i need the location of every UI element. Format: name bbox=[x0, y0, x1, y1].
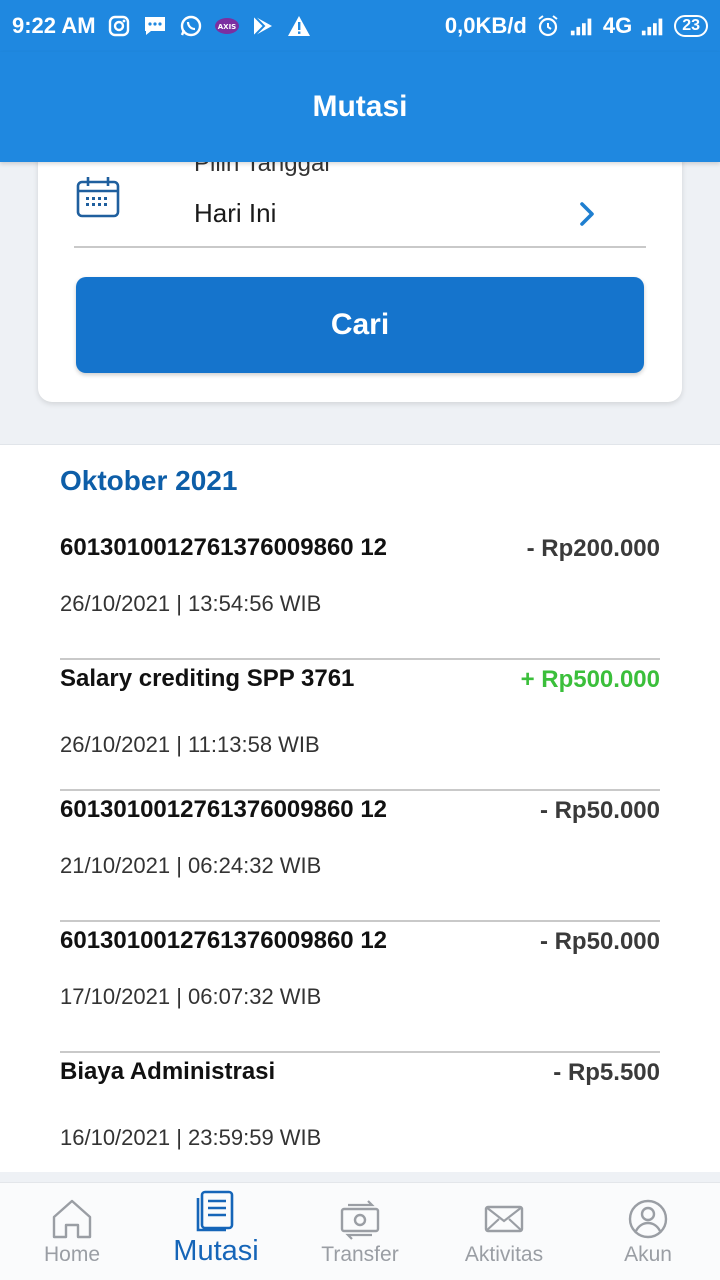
nav-label: Transfer bbox=[321, 1243, 399, 1266]
net-speed: 0,0KB/d bbox=[444, 13, 527, 38]
transaction-amount: - Rp50.000 bbox=[539, 797, 660, 824]
transaction-date: 17/10/2021 | 06:07:32 WIB bbox=[60, 984, 322, 1009]
user-icon bbox=[626, 1197, 670, 1241]
mail-icon bbox=[482, 1197, 526, 1241]
app-header: Mutasi bbox=[0, 52, 720, 162]
money-transfer-icon bbox=[338, 1197, 382, 1241]
transaction-amount: - Rp5.500 bbox=[553, 1059, 660, 1086]
transaction-panel: Oktober 2021 6013010012761376009860 12 -… bbox=[0, 444, 720, 1184]
transaction-date: 26/10/2021 | 13:54:56 WIB bbox=[60, 591, 322, 616]
battery-indicator: 23 bbox=[674, 15, 708, 37]
transaction-date: 26/10/2021 | 11:13:58 WIB bbox=[60, 732, 320, 757]
home-icon bbox=[50, 1197, 94, 1241]
nav-aktivitas[interactable]: Aktivitas bbox=[432, 1183, 576, 1280]
signal-icon bbox=[569, 13, 595, 39]
play-store-icon bbox=[250, 13, 276, 39]
transaction-list: 6013010012761376009860 12 - Rp200.000 26… bbox=[60, 529, 660, 1184]
document-icon bbox=[194, 1189, 238, 1233]
alarm-icon bbox=[535, 13, 561, 39]
month-heading: Oktober 2021 bbox=[60, 465, 238, 496]
whatsapp-icon bbox=[178, 13, 204, 39]
filter-card: Pilih Tanggal Hari Ini Cari bbox=[38, 120, 682, 402]
svg-text:AXIS: AXIS bbox=[217, 23, 235, 31]
date-value: Hari Ini bbox=[194, 198, 277, 228]
bottom-nav: Home Mutasi Transfer Aktivitas Akun bbox=[0, 1182, 720, 1280]
nav-label: Akun bbox=[624, 1243, 672, 1266]
transaction-row[interactable]: 6013010012761376009860 12 - Rp200.000 26… bbox=[60, 529, 660, 660]
nav-akun[interactable]: Akun bbox=[576, 1183, 720, 1280]
transaction-amount: - Rp200.000 bbox=[526, 535, 660, 562]
transaction-title: Biaya Administrasi bbox=[60, 1058, 276, 1085]
warning-icon bbox=[286, 13, 312, 39]
calendar-icon bbox=[76, 176, 120, 218]
page-title: Mutasi bbox=[312, 90, 408, 123]
transaction-amount: + Rp500.000 bbox=[520, 666, 660, 693]
transaction-title: Salary crediting SPP 3761 bbox=[60, 665, 355, 692]
status-bar: 9:22 AM AXIS 0,0KB/d 4G 23 bbox=[0, 0, 720, 52]
nav-label: Mutasi bbox=[173, 1235, 259, 1267]
instagram-icon bbox=[106, 13, 132, 39]
transaction-date: 16/10/2021 | 23:59:59 WIB bbox=[60, 1125, 322, 1150]
transaction-amount: - Rp50.000 bbox=[539, 928, 660, 955]
transaction-title: 6013010012761376009860 12 bbox=[60, 534, 388, 561]
status-time: 9:22 AM bbox=[12, 13, 96, 38]
transaction-row[interactable]: 6013010012761376009860 12 - Rp50.000 21/… bbox=[60, 791, 660, 922]
transaction-title: 6013010012761376009860 12 bbox=[60, 927, 388, 954]
transaction-date: 21/10/2021 | 06:24:32 WIB bbox=[60, 853, 322, 878]
transaction-row[interactable]: 6013010012761376009860 12 - Rp50.000 17/… bbox=[60, 922, 660, 1053]
transaction-row[interactable]: Salary crediting SPP 3761 + Rp500.000 26… bbox=[60, 660, 660, 791]
signal-icon bbox=[640, 13, 666, 39]
nav-mutasi[interactable]: Mutasi bbox=[144, 1183, 288, 1280]
axis-icon: AXIS bbox=[214, 13, 240, 39]
transaction-row[interactable]: Biaya Administrasi - Rp5.500 16/10/2021 … bbox=[60, 1053, 660, 1184]
chevron-right-icon bbox=[578, 200, 598, 228]
nav-label: Aktivitas bbox=[464, 1243, 544, 1266]
nav-label: Home bbox=[43, 1243, 101, 1266]
battery-level: 23 bbox=[682, 17, 700, 34]
transaction-title: 6013010012761376009860 12 bbox=[60, 796, 388, 823]
nav-transfer[interactable]: Transfer bbox=[288, 1183, 432, 1280]
nav-home[interactable]: Home bbox=[0, 1183, 144, 1280]
message-icon bbox=[142, 13, 168, 39]
network-type: 4G bbox=[602, 13, 633, 38]
search-button[interactable]: Cari bbox=[76, 277, 644, 373]
